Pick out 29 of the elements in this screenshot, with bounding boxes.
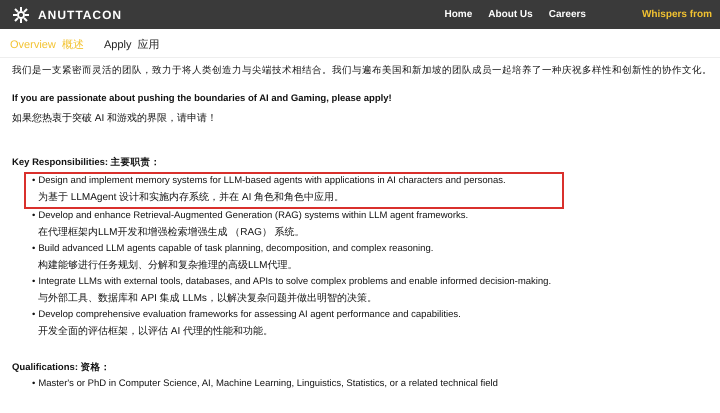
bullet-mark: •: [32, 308, 36, 322]
tab[interactable]: Apply 应用: [104, 36, 160, 53]
bullet-text: Integrate LLMs with external tools, databases, and APIs to solve complex problems and enable informed decision-making.: [38, 275, 552, 289]
intro-paragraph: 我们是一支紧密而灵活的团队，致力于将人类创造力与尖端技术相结合。我们与遍布美国和新加坡的团队成员一起培养了一种庆祝多样性和创新性的协作文化。: [12, 64, 708, 78]
nav-link[interactable]: Whispers from: [642, 7, 712, 22]
translation-text: 与外部工具、数据库和 API 集成 LLMs，以解决复杂问题并做出明智的决策。: [37, 292, 378, 306]
bullet-text: Develop and enhance Retrieval-Augmented Generation (RAG) systems within LLM agent frameworks.: [38, 209, 468, 223]
nav-link[interactable]: About Us: [488, 7, 533, 22]
bullet-mark: •: [32, 174, 36, 188]
bullet-text: Master's or PhD in Computer Science, AI, Machine Learning, Linguistics, Statistics, or a related technical field: [38, 377, 498, 391]
bullet-mark: •: [32, 377, 36, 391]
bullet-mark: •: [32, 209, 36, 223]
call-to-action-text: 如果您热衷于突破 AI 和游戏的界限，请申请！: [12, 112, 218, 126]
bullet-text: Build advanced LLM agents capable of task planning, decomposition, and complex reasoning.: [38, 242, 434, 256]
logo-text: ANUTTACON: [38, 6, 122, 24]
section-heading: Key Responsibilities: 主要职责：: [12, 156, 162, 170]
translation-text: 开发全面的评估框架，以评估 AI 代理的性能和功能。: [37, 325, 274, 339]
bullet-text: Develop comprehensive evaluation frameworks for assessing AI agent performance and capabilities.: [38, 308, 461, 322]
logo-icon: [12, 6, 30, 24]
bullet-mark: •: [32, 242, 36, 256]
nav-link[interactable]: Careers: [548, 7, 586, 22]
bullet-text: Design and implement memory systems for LLM-based agents with applications in AI characters and personas.: [38, 174, 506, 188]
section-heading: Qualifications: 资格：: [12, 361, 112, 375]
nav-link[interactable]: Home: [444, 7, 472, 22]
translation-text: 在代理框架内LLM开发和增强检索增强生成 （RAG） 系统。: [37, 226, 306, 240]
translation-text: 构建能够进行任务规划、分解和复杂推理的高级LLM代理。: [37, 259, 298, 273]
call-to-action-text: If you are passionate about pushing the boundaries of AI and Gaming, please apply!: [12, 92, 393, 106]
bullet-mark: •: [32, 275, 36, 289]
translation-text: 为基于 LLMAgent 设计和实施内存系统，并在 AI 角色和角色中应用。: [37, 191, 346, 205]
